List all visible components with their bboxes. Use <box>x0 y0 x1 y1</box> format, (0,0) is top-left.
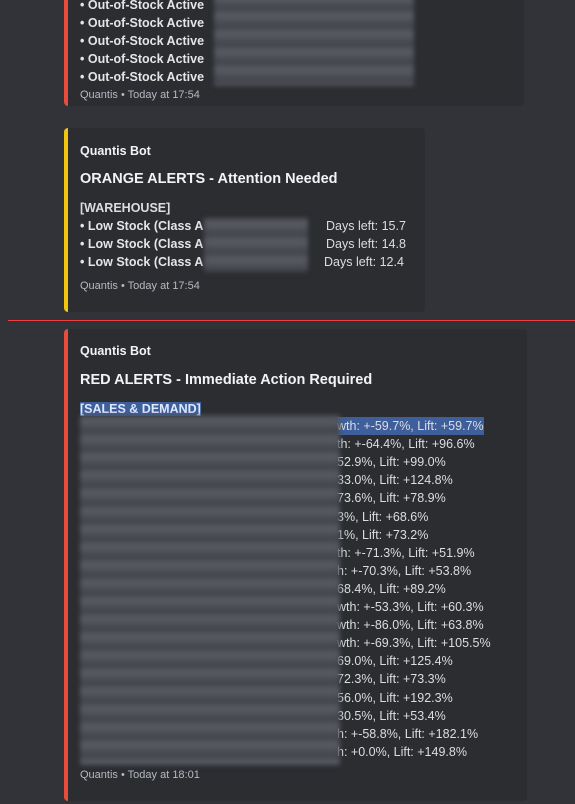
embed-author[interactable]: Quantis Bot <box>80 144 151 158</box>
embed-footer: Quantis • Today at 18:01 <box>80 769 200 781</box>
selected-text: [SALES & DEMAND] <box>80 402 201 416</box>
embed-footer: Quantis • Today at 17:54 <box>80 280 200 292</box>
alert-embed-red: Quantis Bot RED ALERTS - Immediate Actio… <box>64 329 527 801</box>
embed-title: ORANGE ALERTS - Attention Needed <box>80 171 338 187</box>
chat-frame: • Out-of-Stock Active • Out-of-Stock Act… <box>0 0 575 804</box>
embed-footer: Quantis • Today at 17:54 <box>80 89 200 101</box>
alert-embed-top: • Out-of-Stock Active • Out-of-Stock Act… <box>64 0 524 106</box>
embed-section-header: [WAREHOUSE] <box>80 201 171 215</box>
embed-author[interactable]: Quantis Bot <box>80 344 151 358</box>
redacted-region <box>214 0 414 86</box>
redacted-region <box>80 415 340 765</box>
alert-embed-orange: Quantis Bot ORANGE ALERTS - Attention Ne… <box>64 128 425 312</box>
selected-text: wth: +-59.7%, Lift: +59.7% <box>337 417 484 435</box>
embed-title: RED ALERTS - Immediate Action Required <box>80 372 373 388</box>
embed-section-header: [SALES & DEMAND] <box>80 402 201 416</box>
redacted-region <box>204 218 308 272</box>
new-messages-divider <box>8 320 575 321</box>
